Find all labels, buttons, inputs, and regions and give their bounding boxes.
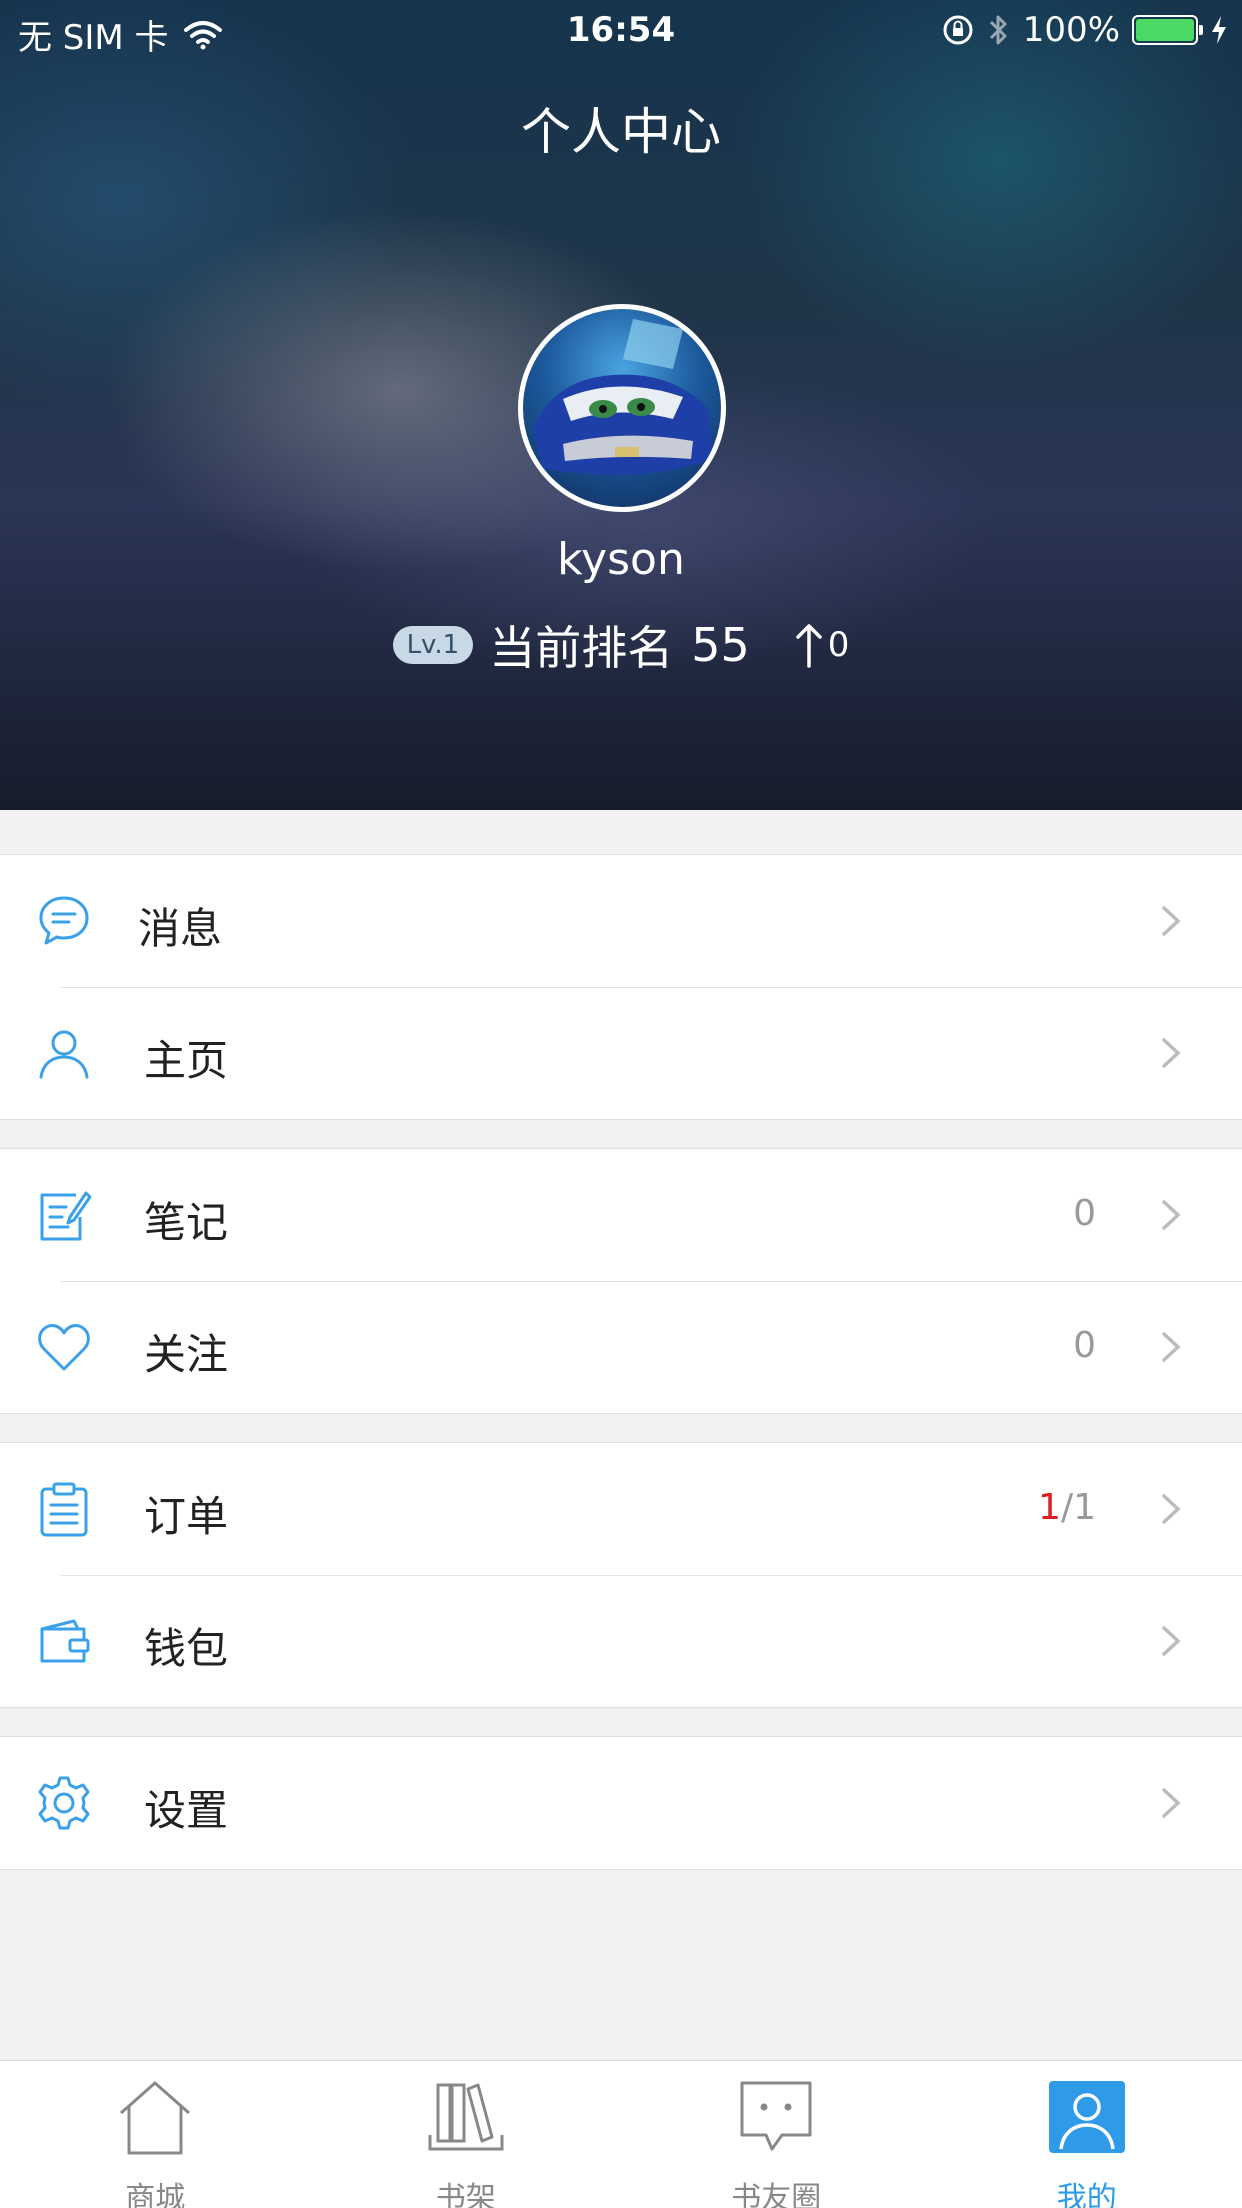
- avatar-car-illustration: [533, 319, 713, 475]
- menu-label: 设置: [144, 1786, 229, 1835]
- notes-count: 0: [1073, 1193, 1096, 1234]
- profile-header: 无 SIM 卡 16:54 100% 个人中心 kyson Lv.1 当前排名 …: [0, 0, 1242, 810]
- chevron-right-icon: [1162, 1788, 1181, 1818]
- status-bar: 无 SIM 卡 16:54 100%: [0, 0, 1242, 60]
- username: kyson: [557, 534, 685, 585]
- chevron-right-icon: [1162, 906, 1181, 936]
- bluetooth-icon: [989, 15, 1007, 45]
- profile-icon: [1048, 2081, 1125, 2153]
- menu-label: 关注: [144, 1330, 229, 1379]
- charging-bolt-icon: [1212, 16, 1226, 44]
- rank-label: 当前排名: [489, 621, 674, 675]
- tab-mine[interactable]: 我的: [932, 2061, 1242, 2208]
- level-badge: Lv.1: [392, 626, 474, 664]
- menu-label: 订单: [144, 1492, 229, 1541]
- chevron-right-icon: [1162, 1332, 1181, 1362]
- tab-bookshelf[interactable]: 书架: [311, 2061, 622, 2208]
- menu-label: 钱包: [144, 1624, 229, 1673]
- menu-item-following[interactable]: 关注 0: [0, 1281, 1242, 1413]
- tab-store[interactable]: 商城: [0, 2061, 311, 2208]
- chat-bubble-icon: [740, 2081, 812, 2151]
- orders-count-highlight: 1: [1038, 1487, 1061, 1528]
- rank-value: 55: [691, 618, 750, 672]
- tab-label: 我的: [1056, 2181, 1117, 2208]
- rank-change: 0: [827, 625, 850, 665]
- menu-item-messages[interactable]: 消息: [0, 855, 1242, 987]
- orders-count-total: /1: [1060, 1487, 1096, 1528]
- tab-label: 书友圈: [731, 2181, 822, 2208]
- chevron-right-icon: [1162, 1494, 1181, 1524]
- battery-icon: [1132, 15, 1203, 45]
- clipboard-icon: [40, 1482, 88, 1537]
- following-count: 0: [1073, 1325, 1096, 1366]
- tab-label: 书架: [435, 2181, 496, 2208]
- menu-label: 主页: [144, 1036, 229, 1085]
- arrow-up-icon: [796, 624, 822, 668]
- menu-item-wallet[interactable]: 钱包: [0, 1575, 1242, 1707]
- heart-icon: [38, 1324, 90, 1371]
- tab-label: 商城: [125, 2181, 186, 2208]
- orders-count: 1/1: [1038, 1487, 1096, 1528]
- home-icon: [120, 2081, 191, 2155]
- chevron-right-icon: [1162, 1038, 1181, 1068]
- menu-group-4: 设置: [0, 1736, 1242, 1870]
- battery-percent: 100%: [1022, 10, 1120, 50]
- tab-bar: 商城 书架 书友圈 我的: [0, 2060, 1242, 2208]
- page-title: 个人中心: [521, 103, 721, 161]
- avatar[interactable]: [518, 304, 726, 512]
- chevron-right-icon: [1162, 1626, 1181, 1656]
- gear-icon: [38, 1776, 90, 1830]
- bookshelf-icon: [428, 2083, 504, 2151]
- menu-item-homepage[interactable]: 主页: [0, 987, 1242, 1119]
- wallet-icon: [40, 1619, 90, 1663]
- note-edit-icon: [40, 1191, 92, 1241]
- person-icon: [39, 1030, 89, 1079]
- menu-item-orders[interactable]: 订单 1/1: [0, 1443, 1242, 1575]
- menu-label: 笔记: [144, 1198, 229, 1247]
- menu-group-2: 笔记 0 关注 0: [0, 1148, 1242, 1414]
- message-bubble-icon: [39, 896, 89, 945]
- orientation-lock-icon: [943, 15, 973, 45]
- menu-item-notes[interactable]: 笔记 0: [0, 1149, 1242, 1281]
- menu-item-settings[interactable]: 设置: [0, 1737, 1242, 1869]
- rank-row: Lv.1 当前排名 55 0: [0, 612, 1242, 678]
- chevron-right-icon: [1162, 1200, 1181, 1230]
- menu-group-1: 消息 主页: [0, 854, 1242, 1120]
- menu-label: 消息: [138, 904, 223, 953]
- tab-book-circle[interactable]: 书友圈: [621, 2061, 932, 2208]
- menu-group-3: 订单 1/1 钱包: [0, 1442, 1242, 1708]
